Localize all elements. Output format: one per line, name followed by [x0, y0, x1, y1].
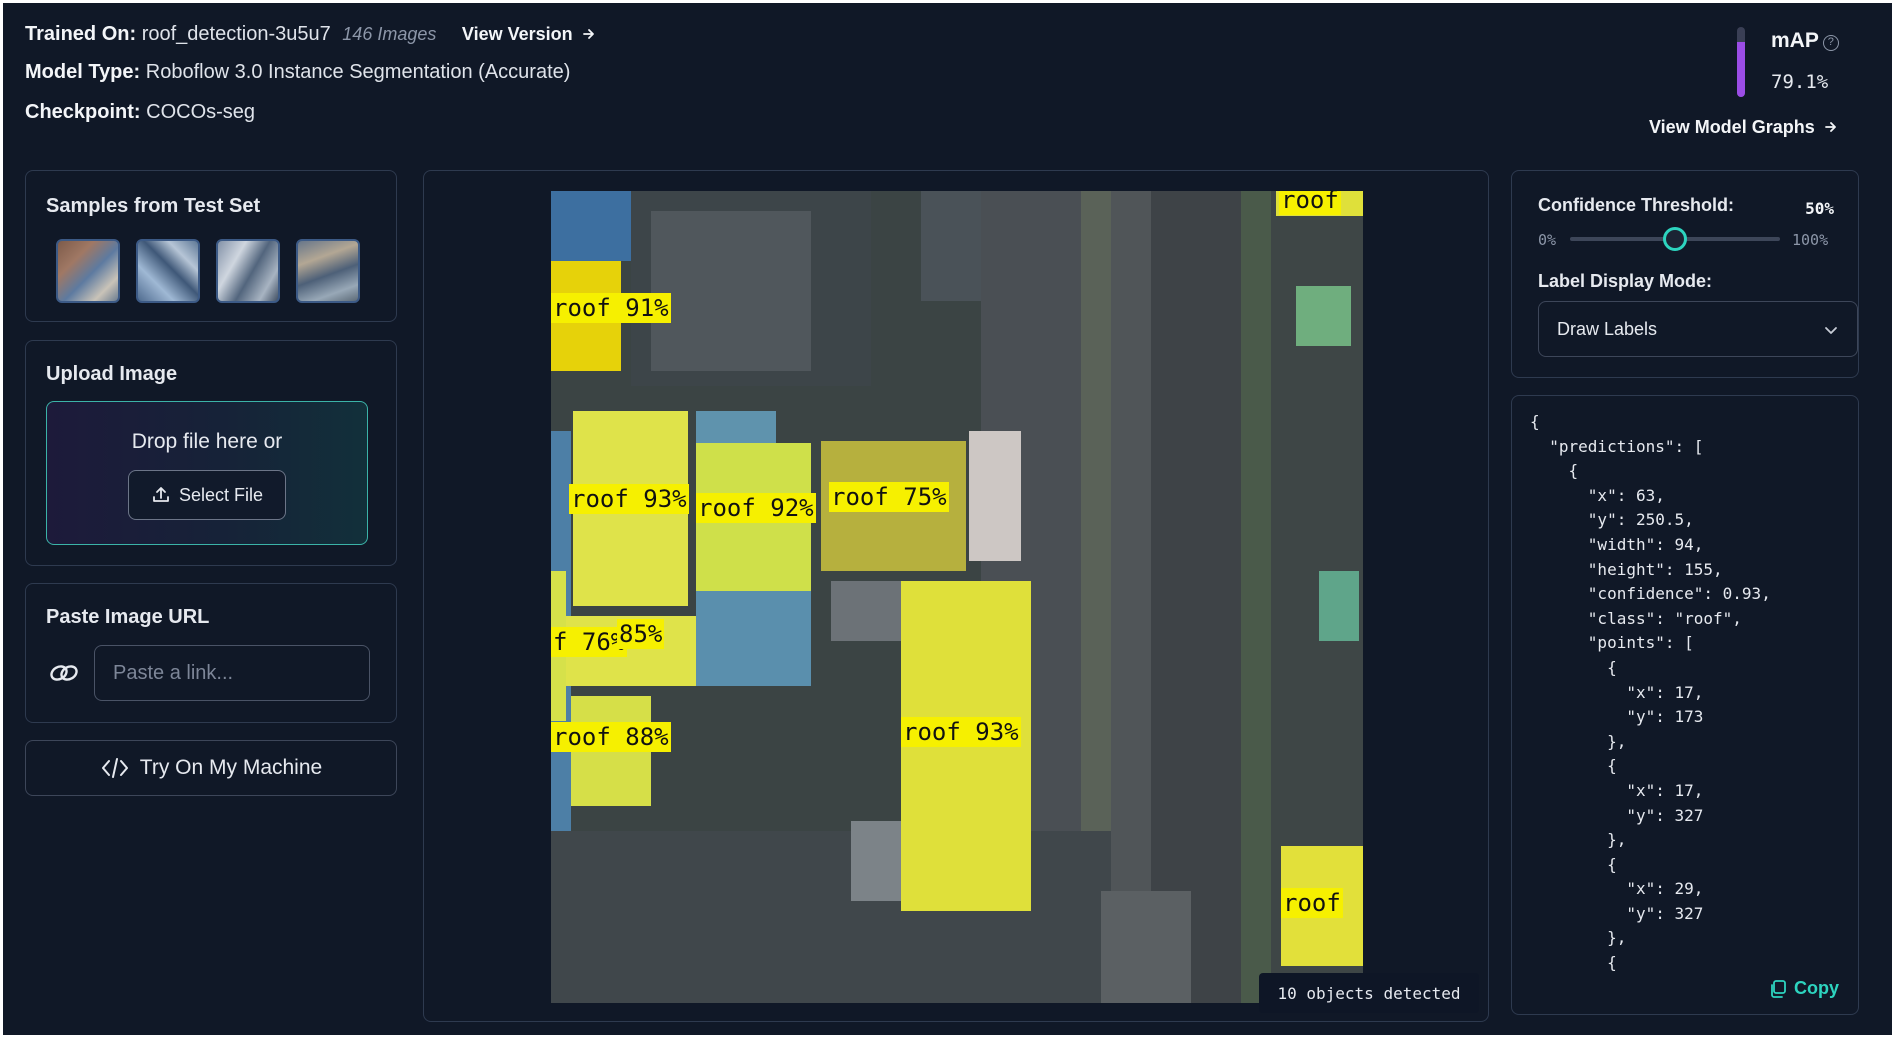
map-title: mAP?	[1771, 29, 1839, 53]
checkpoint-value: COCOs-seg	[146, 101, 256, 123]
detection-label: roof 92%	[696, 493, 816, 523]
view-version-link[interactable]: View Version	[462, 24, 596, 44]
detection-label: roof	[1279, 191, 1341, 215]
drop-zone[interactable]: Drop file here or Select File	[46, 401, 368, 545]
image-url-input[interactable]	[94, 645, 370, 701]
arrow-right-icon	[1824, 122, 1836, 132]
slider-max-label: 100%	[1792, 231, 1829, 249]
confidence-slider-handle[interactable]	[1663, 227, 1687, 251]
detection-label: roof	[1281, 888, 1343, 918]
detection-label: f 76%	[551, 627, 628, 657]
map-progress-fill	[1737, 41, 1745, 97]
image-count: 146 Images	[342, 24, 437, 44]
select-file-button[interactable]: Select File	[128, 470, 286, 520]
detection-label: 85%	[617, 619, 665, 649]
paste-url-title: Paste Image URL	[46, 606, 210, 628]
copy-button[interactable]: Copy	[1768, 978, 1839, 999]
checkpoint-label: Checkpoint:	[25, 101, 141, 123]
json-output: { "predictions": [ { "x": 63, "y": 250.5…	[1530, 412, 1771, 973]
app-window: Trained On: roof_detection-3u5u7 146 Ima…	[3, 3, 1892, 1035]
samples-title: Samples from Test Set	[46, 195, 261, 217]
model-type-label: Model Type:	[25, 61, 141, 83]
arrow-right-icon	[582, 29, 594, 39]
view-version-label: View Version	[461, 24, 573, 44]
samples-card: Samples from Test Set	[25, 170, 397, 322]
link-icon	[50, 665, 78, 681]
drop-text: Drop file here or	[131, 430, 283, 453]
confidence-threshold-label: Confidence Threshold:	[1538, 195, 1735, 215]
aerial-photo	[551, 191, 1363, 1003]
upload-icon	[153, 487, 169, 502]
upload-title: Upload Image	[46, 363, 178, 385]
json-output-card: { "predictions": [ { "x": 63, "y": 250.5…	[1511, 395, 1859, 1015]
map-value: 79.1%	[1771, 71, 1829, 93]
confidence-threshold-value: 50%	[1805, 199, 1834, 218]
sample-thumbnail[interactable]	[136, 239, 200, 303]
help-icon[interactable]: ?	[1822, 35, 1839, 51]
objects-detected-badge: 10 objects detected	[1259, 973, 1479, 1013]
paste-url-card: Paste Image URL	[25, 583, 397, 723]
detection-label: roof 93%	[901, 717, 1021, 747]
controls-card: Confidence Threshold: 50% 0% 100% Label …	[1511, 170, 1859, 378]
detection-label: roof 91%	[551, 293, 671, 323]
inference-image: roof roof 91% roof 93% roof 92% roof 75%…	[551, 191, 1363, 1003]
chevron-down-icon	[1825, 327, 1837, 334]
detection-label: roof 88%	[551, 722, 671, 752]
view-model-graphs-label: View Model Graphs	[1649, 117, 1815, 137]
trained-on-label: Trained On:	[25, 23, 137, 45]
model-type-value: Roboflow 3.0 Instance Segmentation (Accu…	[145, 61, 571, 83]
try-on-my-machine-button[interactable]: Try On My Machine	[25, 740, 397, 796]
map-title-text: mAP	[1771, 29, 1819, 52]
try-on-my-machine-label: Try On My Machine	[139, 756, 323, 779]
view-model-graphs-link[interactable]: View Model Graphs	[1649, 117, 1838, 138]
slider-min-label: 0%	[1538, 231, 1557, 249]
upload-card: Upload Image Drop file here or Select Fi…	[25, 340, 397, 566]
sample-thumbnail[interactable]	[216, 239, 280, 303]
copy-label: Copy	[1794, 978, 1839, 998]
code-icon	[101, 758, 128, 778]
trained-on-row: Trained On: roof_detection-3u5u7 146 Ima…	[25, 23, 596, 46]
sample-thumbnail[interactable]	[56, 239, 120, 303]
dataset-name: roof_detection-3u5u7	[141, 23, 331, 45]
label-display-mode-value: Draw Labels	[1557, 318, 1658, 339]
detection-label: roof 75%	[829, 482, 949, 512]
select-file-label: Select File	[178, 484, 264, 505]
detection-label: roof 93%	[569, 484, 689, 514]
label-display-mode-select[interactable]: Draw Labels	[1538, 301, 1858, 357]
checkpoint-row: Checkpoint: COCOs-seg	[25, 101, 255, 124]
model-type-row: Model Type: Roboflow 3.0 Instance Segmen…	[25, 61, 570, 84]
copy-icon	[1771, 979, 1786, 998]
sample-thumbnail[interactable]	[296, 239, 360, 303]
map-progress-bar	[1737, 27, 1745, 97]
label-display-mode-label: Label Display Mode:	[1538, 271, 1713, 291]
